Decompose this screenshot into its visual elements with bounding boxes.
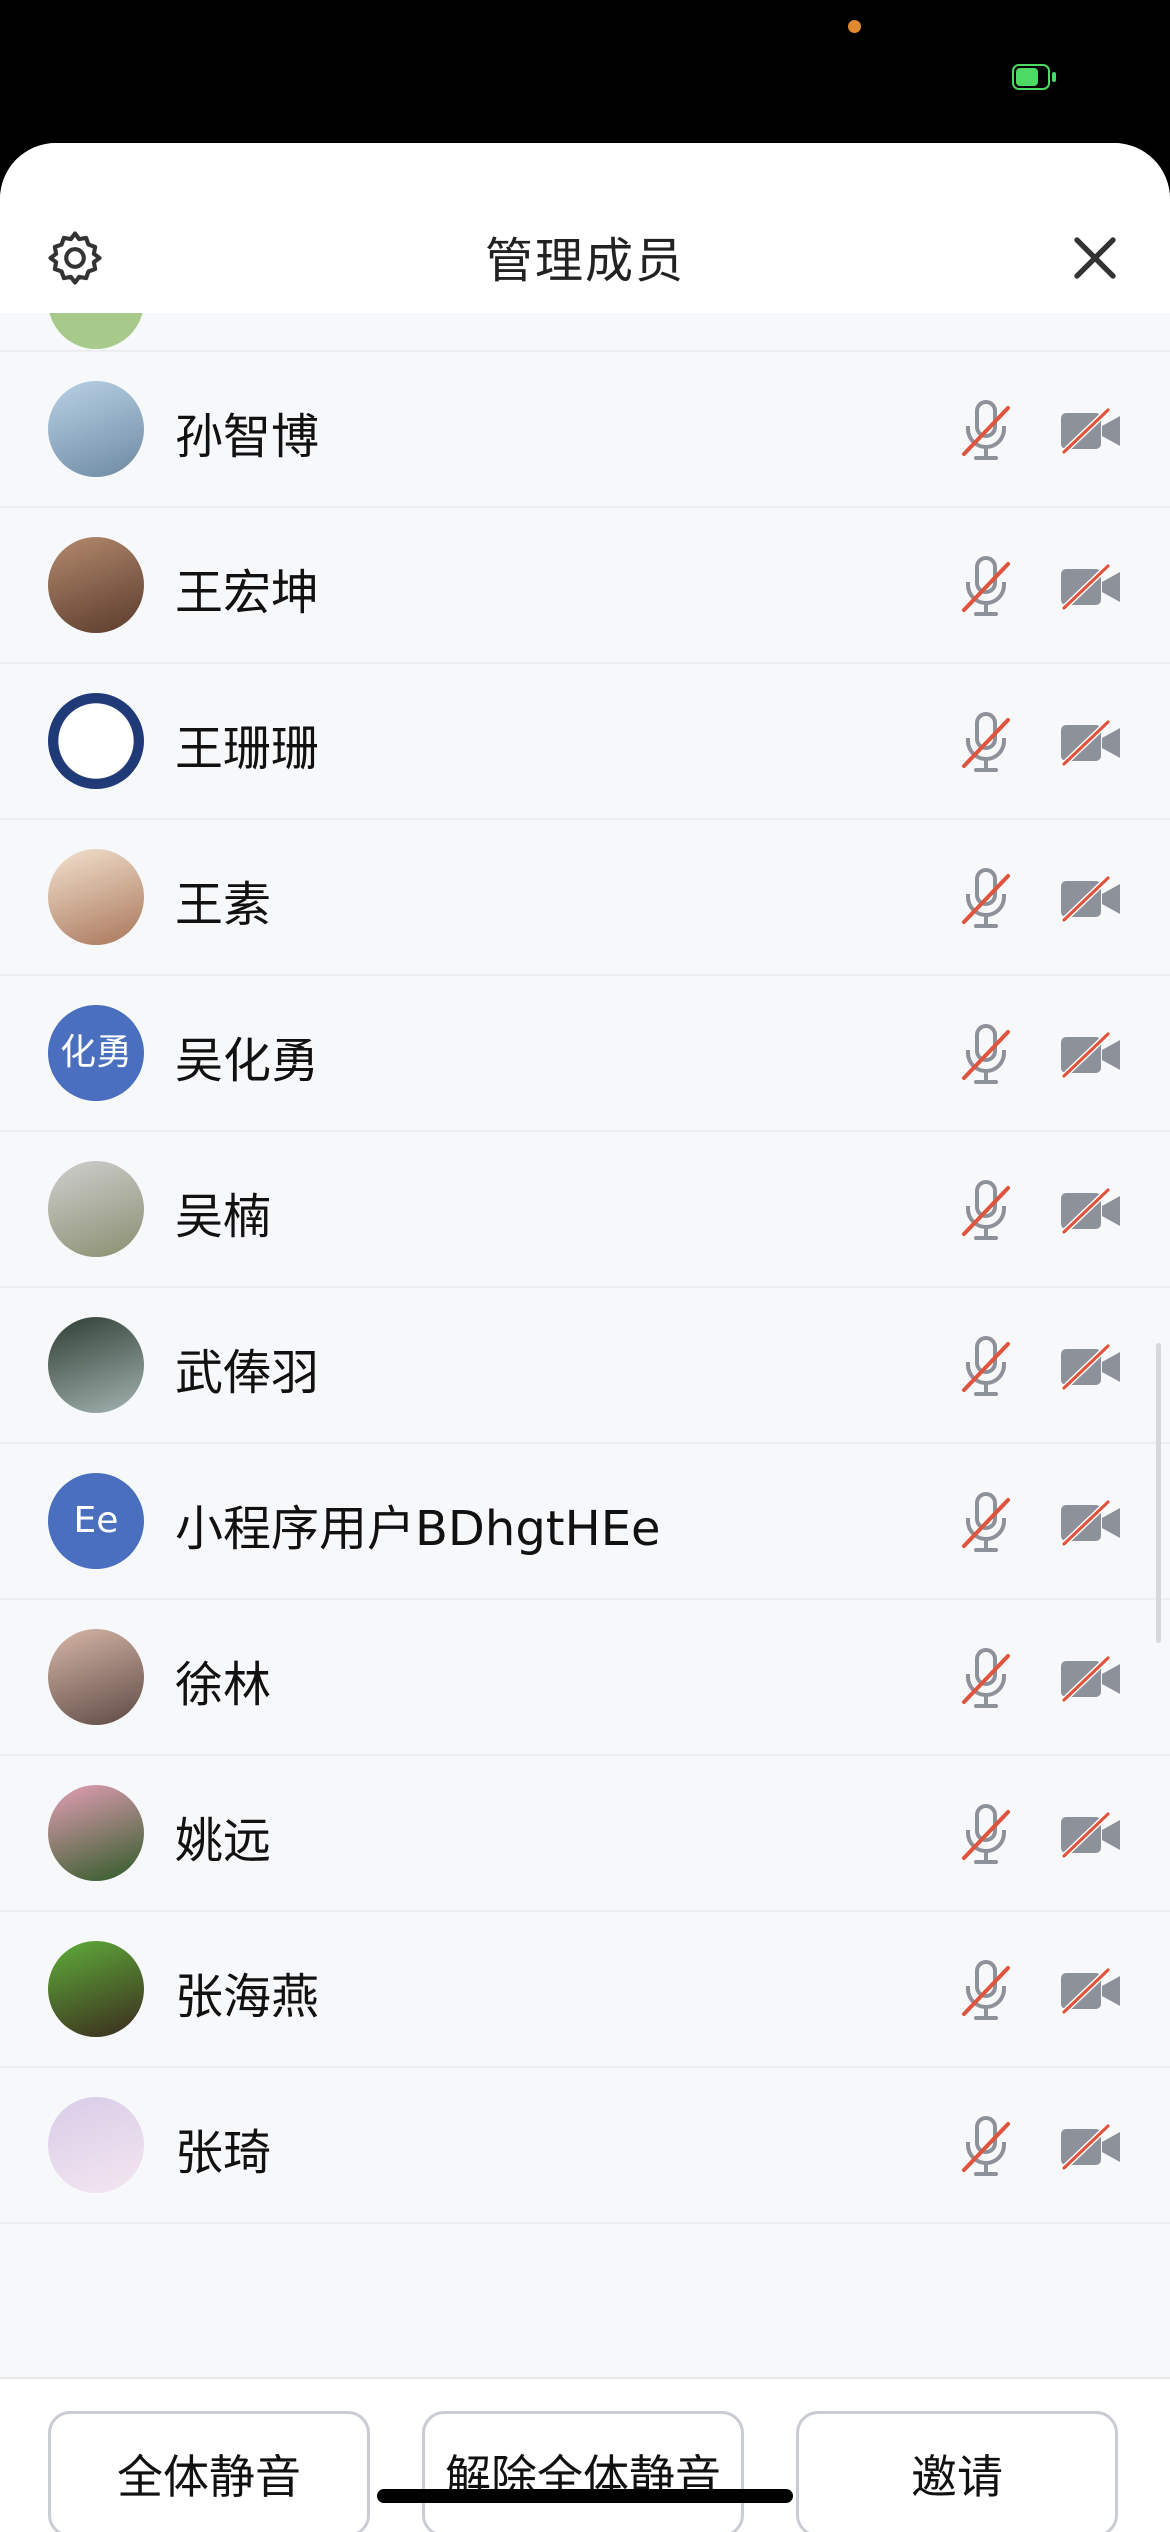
- member-name: 张琦: [175, 2125, 272, 2181]
- member-row: 姚远: [0, 1756, 1170, 1912]
- avatar: [48, 849, 144, 945]
- privacy-indicator: [848, 20, 861, 33]
- avatar: [48, 693, 144, 789]
- close-icon[interactable]: [1068, 231, 1122, 285]
- member-name: 武俸羽: [175, 1345, 320, 1401]
- member-name: 姚远: [175, 1813, 272, 1869]
- member-name: 小程序用户BDhgtHEe: [175, 1501, 661, 1557]
- member-row: 武俸羽: [0, 1288, 1170, 1444]
- member-name: 孙智博: [175, 409, 320, 465]
- sheet-header: 管理成员: [0, 143, 1170, 313]
- member-name: 吴楠: [175, 1189, 272, 1245]
- member-name: 王珊珊: [175, 721, 320, 777]
- battery-icon: [1012, 64, 1056, 90]
- mic-muted-icon[interactable]: [958, 1178, 1014, 1244]
- camera-off-icon[interactable]: [1058, 1342, 1124, 1392]
- member-name: 徐林: [175, 1657, 272, 1713]
- member-row: 王宏坤: [0, 508, 1170, 664]
- avatar: [48, 2097, 144, 2193]
- camera-off-icon[interactable]: [1058, 874, 1124, 924]
- avatar: [48, 1941, 144, 2037]
- camera-off-icon[interactable]: [1058, 406, 1124, 456]
- camera-off-icon[interactable]: [1058, 1498, 1124, 1548]
- mic-muted-icon[interactable]: [958, 1334, 1014, 1400]
- member-row: 张琦: [0, 2068, 1170, 2224]
- avatar: 化勇: [48, 1005, 144, 1101]
- member-row: 孙智博: [0, 352, 1170, 508]
- member-list[interactable]: 孙智博王宏坤王珊珊王素化勇 吴化勇吴楠武俸羽 Ee 小程序用户BDhgtHEe 徐林姚远…: [0, 313, 1170, 2377]
- action-bar: 全体静音 解除全体静音 邀请: [0, 2377, 1170, 2532]
- scrollbar[interactable]: [1156, 1343, 1161, 1643]
- unmute-all-button[interactable]: 解除全体静音: [422, 2411, 744, 2532]
- member-row: 徐林: [0, 1600, 1170, 1756]
- camera-off-icon[interactable]: [1058, 1654, 1124, 1704]
- member-row: 王素: [0, 820, 1170, 976]
- camera-off-icon[interactable]: [1058, 562, 1124, 612]
- avatar: [48, 313, 144, 349]
- member-name: 王素: [175, 877, 272, 933]
- avatar: Ee: [48, 1473, 144, 1569]
- camera-off-icon[interactable]: [1058, 718, 1124, 768]
- invite-button[interactable]: 邀请: [796, 2411, 1118, 2532]
- mic-muted-icon[interactable]: [958, 866, 1014, 932]
- mic-muted-icon[interactable]: [958, 1646, 1014, 1712]
- avatar: [48, 381, 144, 477]
- member-row: 王珊珊: [0, 664, 1170, 820]
- mic-muted-icon[interactable]: [958, 1802, 1014, 1868]
- manage-members-sheet: 管理成员 孙智博王宏坤王珊珊王素化勇 吴化勇吴楠武俸羽 Ee 小程序用户BDhgtHE…: [0, 143, 1170, 2532]
- member-name: 吴化勇: [175, 1033, 320, 1089]
- member-row-partial: [0, 313, 1170, 352]
- camera-off-icon[interactable]: [1058, 1186, 1124, 1236]
- avatar: [48, 1629, 144, 1725]
- member-row: 张海燕: [0, 1912, 1170, 2068]
- mute-all-button[interactable]: 全体静音: [48, 2411, 370, 2532]
- avatar: [48, 1161, 144, 1257]
- avatar: [48, 1317, 144, 1413]
- mic-muted-icon[interactable]: [958, 1490, 1014, 1556]
- mic-muted-icon[interactable]: [958, 554, 1014, 620]
- home-indicator: [377, 2489, 793, 2503]
- camera-off-icon[interactable]: [1058, 1966, 1124, 2016]
- avatar: [48, 537, 144, 633]
- mic-muted-icon[interactable]: [958, 1022, 1014, 1088]
- member-row: 化勇 吴化勇: [0, 976, 1170, 1132]
- camera-off-icon[interactable]: [1058, 1810, 1124, 1860]
- page-title: 管理成员: [484, 233, 685, 289]
- avatar: [48, 1785, 144, 1881]
- status-bar: [0, 0, 1170, 150]
- member-row: 吴楠: [0, 1132, 1170, 1288]
- member-row: Ee 小程序用户BDhgtHEe: [0, 1444, 1170, 1600]
- member-name: 张海燕: [175, 1969, 320, 2025]
- mic-muted-icon[interactable]: [958, 2114, 1014, 2180]
- mic-muted-icon[interactable]: [958, 398, 1014, 464]
- mic-muted-icon[interactable]: [958, 1958, 1014, 2024]
- mic-muted-icon[interactable]: [958, 710, 1014, 776]
- camera-off-icon[interactable]: [1058, 1030, 1124, 1080]
- member-name: 王宏坤: [175, 565, 320, 621]
- camera-off-icon[interactable]: [1058, 2122, 1124, 2172]
